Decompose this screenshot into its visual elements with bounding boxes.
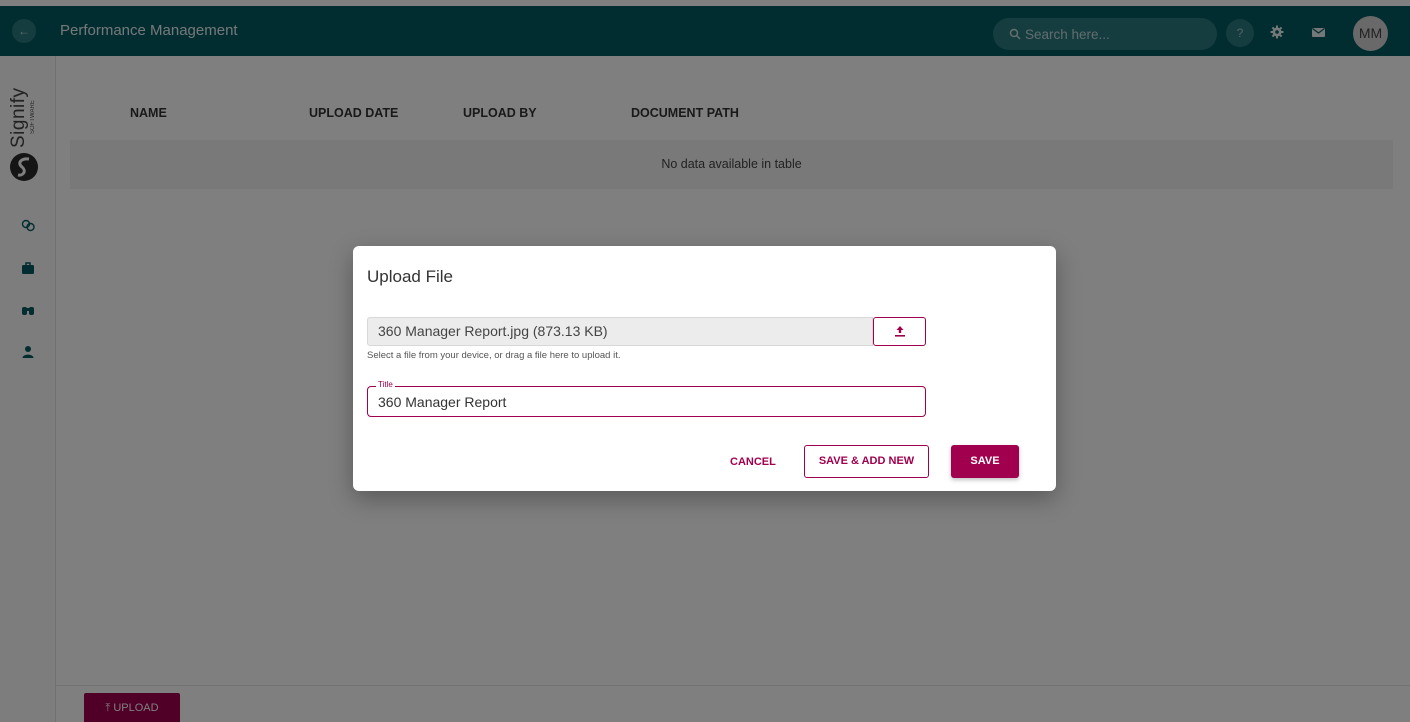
browse-file-button[interactable] xyxy=(873,317,926,346)
upload-file-dialog: Upload File 360 Manager Report.jpg (873.… xyxy=(353,246,1056,491)
file-hint: Select a file from your device, or drag … xyxy=(367,350,621,361)
cancel-button[interactable]: CANCEL xyxy=(730,456,776,468)
upload-icon xyxy=(895,326,905,337)
file-input[interactable]: 360 Manager Report.jpg (873.13 KB) xyxy=(367,317,873,346)
dialog-title: Upload File xyxy=(367,267,453,286)
title-field-label: Title xyxy=(376,380,395,389)
title-input[interactable]: 360 Manager Report xyxy=(378,394,506,410)
title-field[interactable]: Title 360 Manager Report xyxy=(367,380,926,417)
save-button[interactable]: SAVE xyxy=(951,445,1019,478)
save-and-add-new-button[interactable]: SAVE & ADD NEW xyxy=(804,445,929,478)
